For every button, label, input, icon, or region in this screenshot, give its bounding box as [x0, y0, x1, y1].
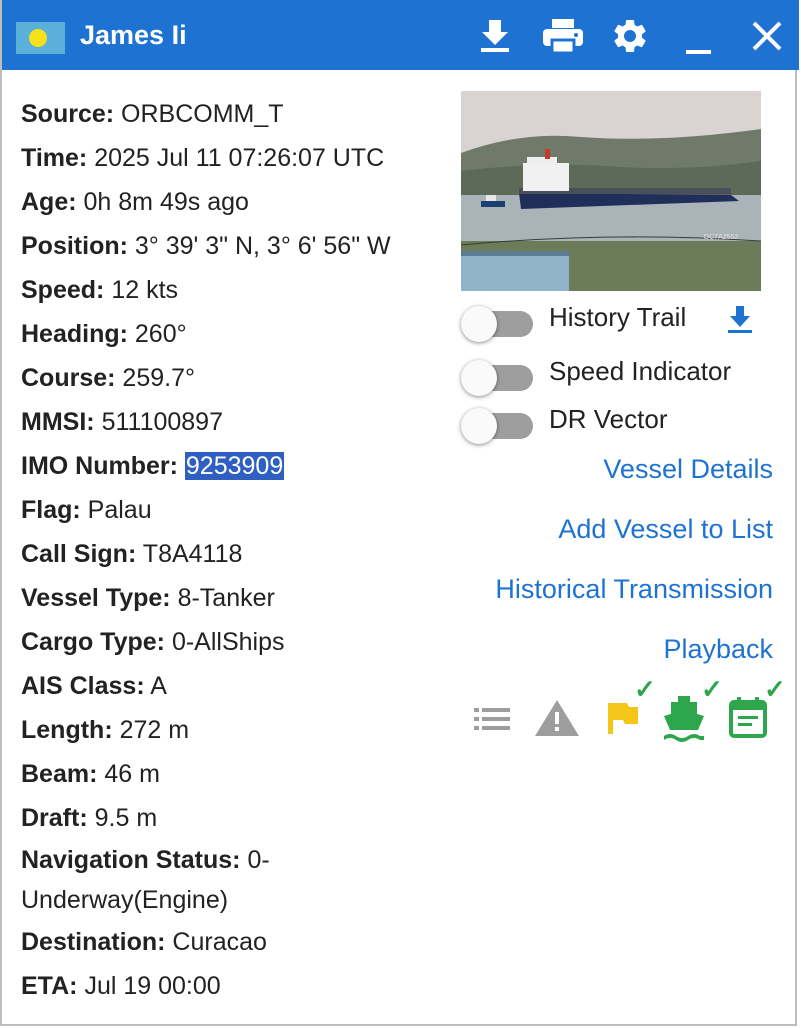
history-trail-label: History Trail — [549, 302, 687, 332]
minimize-icon — [686, 50, 711, 54]
detail-mmsi: MMSI: 511100897 — [21, 408, 223, 436]
ship-icon[interactable] — [662, 694, 706, 742]
vessel-photo[interactable]: OC7A2552 — [461, 91, 761, 291]
detail-destination: Destination: Curacao — [21, 928, 267, 956]
detail-flag: Flag: Palau — [21, 496, 152, 524]
detail-heading: Heading: 260° — [21, 320, 187, 348]
settings-button[interactable] — [610, 16, 650, 56]
detail-nav-status: Navigation Status: 0-Underway(Engine) — [21, 846, 270, 914]
download-history-icon[interactable] — [725, 304, 755, 336]
dr-vector-label: DR Vector — [549, 404, 668, 434]
speed-indicator-label: Speed Indicator — [549, 356, 732, 386]
vessel-details-list: Source: ORBCOMM_T Time: 2025 Jul 11 07:2… — [21, 92, 441, 1008]
detail-position: Position: 3° 39' 3" N, 3° 6' 56" W — [21, 232, 391, 260]
detail-imo: IMO Number: 9253909 — [21, 452, 285, 480]
detail-beam: Beam: 46 m — [21, 760, 160, 788]
gear-icon — [614, 19, 646, 52]
detail-ais-class: AIS Class: A — [21, 672, 167, 700]
historical-transmission-link[interactable]: Historical Transmission — [495, 574, 773, 605]
detail-vessel-type: Vessel Type: 8-Tanker — [21, 584, 275, 612]
flag-check-icon: ✓ — [634, 674, 656, 704]
calendar-check-icon: ✓ — [764, 674, 786, 704]
add-vessel-to-list-link[interactable]: Add Vessel to List — [558, 514, 773, 545]
download-button[interactable] — [475, 16, 515, 56]
imo-value-selected[interactable]: 9253909 — [184, 452, 285, 480]
detail-eta: ETA: Jul 19 00:00 — [21, 972, 221, 1000]
print-button[interactable] — [542, 16, 583, 56]
palau-flag-icon — [16, 22, 65, 54]
status-icons: ✓ ✓ ✓ — [472, 674, 792, 750]
detail-call-sign: Call Sign: T8A4118 — [21, 540, 243, 568]
flag-icon[interactable] — [605, 700, 641, 736]
detail-source: Source: ORBCOMM_T — [21, 100, 284, 128]
detail-speed: Speed: 12 kts — [21, 276, 179, 304]
vessel-popup: James Ii Source: ORBCOMM_T Time: 2025 Ju… — [0, 0, 799, 1026]
speed-indicator-switch[interactable] — [461, 360, 533, 396]
detail-time: Time: 2025 Jul 11 07:26:07 UTC — [21, 144, 385, 172]
close-icon — [752, 21, 782, 51]
playback-link[interactable]: Playback — [663, 634, 773, 665]
toggle-history-trail[interactable]: History Trail — [461, 300, 781, 342]
print-icon — [543, 19, 583, 55]
history-trail-switch[interactable] — [461, 306, 533, 342]
download-icon — [481, 20, 509, 52]
vessel-details-link[interactable]: Vessel Details — [603, 454, 773, 485]
calendar-icon[interactable] — [728, 696, 768, 738]
detail-cargo-type: Cargo Type: 0-AllShips — [21, 628, 285, 656]
minimize-button[interactable] — [679, 16, 719, 56]
dr-vector-switch[interactable] — [461, 408, 533, 444]
toggle-speed-indicator[interactable]: Speed Indicator — [461, 354, 781, 396]
svg-text:OC7A2552: OC7A2552 — [704, 234, 739, 241]
ship-check-icon: ✓ — [701, 674, 723, 704]
title-bar: James Ii — [2, 0, 799, 70]
vessel-name: James Ii — [80, 20, 187, 50]
detail-age: Age: 0h 8m 49s ago — [21, 188, 249, 216]
toggle-dr-vector[interactable]: DR Vector — [461, 402, 781, 444]
detail-course: Course: 259.7° — [21, 364, 195, 392]
detail-draft: Draft: 9.5 m — [21, 804, 158, 832]
detail-length: Length: 272 m — [21, 716, 190, 744]
list-icon[interactable] — [472, 704, 512, 734]
close-button[interactable] — [747, 16, 787, 56]
warning-icon[interactable] — [534, 698, 580, 738]
